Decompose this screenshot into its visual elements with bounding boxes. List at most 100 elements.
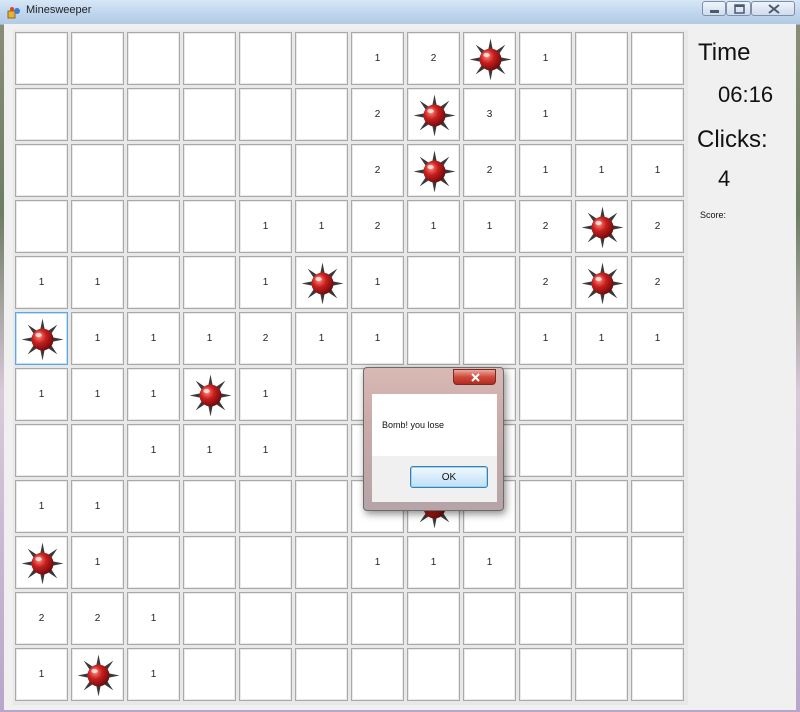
cell-r9-c4[interactable] [239, 536, 292, 589]
cell-r10-c0[interactable]: 2 [15, 592, 68, 645]
cell-r8-c11[interactable] [631, 480, 684, 533]
cell-r10-c5[interactable] [295, 592, 348, 645]
cell-r8-c3[interactable] [183, 480, 236, 533]
cell-r0-c3[interactable] [183, 32, 236, 85]
cell-r11-c6[interactable] [351, 648, 404, 701]
ok-button[interactable]: OK [410, 466, 488, 488]
cell-r4-c8[interactable] [463, 256, 516, 309]
cell-r4-c5[interactable] [295, 256, 348, 309]
cell-r8-c1[interactable]: 1 [71, 480, 124, 533]
cell-r2-c11[interactable]: 1 [631, 144, 684, 197]
cell-r4-c10[interactable] [575, 256, 628, 309]
cell-r7-c1[interactable] [71, 424, 124, 477]
cell-r10-c3[interactable] [183, 592, 236, 645]
cell-r5-c5[interactable]: 1 [295, 312, 348, 365]
cell-r11-c3[interactable] [183, 648, 236, 701]
cell-r7-c0[interactable] [15, 424, 68, 477]
cell-r3-c11[interactable]: 2 [631, 200, 684, 253]
cell-r5-c7[interactable] [407, 312, 460, 365]
cell-r11-c10[interactable] [575, 648, 628, 701]
cell-r2-c10[interactable]: 1 [575, 144, 628, 197]
cell-r9-c0[interactable] [15, 536, 68, 589]
cell-r11-c5[interactable] [295, 648, 348, 701]
cell-r2-c9[interactable]: 1 [519, 144, 572, 197]
cell-r0-c5[interactable] [295, 32, 348, 85]
cell-r9-c3[interactable] [183, 536, 236, 589]
cell-r3-c7[interactable]: 1 [407, 200, 460, 253]
cell-r10-c4[interactable] [239, 592, 292, 645]
cell-r2-c2[interactable] [127, 144, 180, 197]
cell-r2-c5[interactable] [295, 144, 348, 197]
cell-r5-c1[interactable]: 1 [71, 312, 124, 365]
cell-r11-c8[interactable] [463, 648, 516, 701]
cell-r7-c2[interactable]: 1 [127, 424, 180, 477]
cell-r2-c8[interactable]: 2 [463, 144, 516, 197]
cell-r11-c4[interactable] [239, 648, 292, 701]
cell-r1-c6[interactable]: 2 [351, 88, 404, 141]
cell-r0-c11[interactable] [631, 32, 684, 85]
cell-r11-c1[interactable] [71, 648, 124, 701]
cell-r3-c6[interactable]: 2 [351, 200, 404, 253]
cell-r6-c1[interactable]: 1 [71, 368, 124, 421]
cell-r5-c10[interactable]: 1 [575, 312, 628, 365]
cell-r6-c10[interactable] [575, 368, 628, 421]
cell-r9-c2[interactable] [127, 536, 180, 589]
cell-r1-c4[interactable] [239, 88, 292, 141]
cell-r3-c9[interactable]: 2 [519, 200, 572, 253]
cell-r8-c9[interactable] [519, 480, 572, 533]
cell-r0-c4[interactable] [239, 32, 292, 85]
cell-r7-c9[interactable] [519, 424, 572, 477]
cell-r3-c4[interactable]: 1 [239, 200, 292, 253]
cell-r6-c9[interactable] [519, 368, 572, 421]
cell-r11-c2[interactable]: 1 [127, 648, 180, 701]
cell-r10-c11[interactable] [631, 592, 684, 645]
cell-r1-c8[interactable]: 3 [463, 88, 516, 141]
cell-r5-c9[interactable]: 1 [519, 312, 572, 365]
cell-r3-c8[interactable]: 1 [463, 200, 516, 253]
cell-r9-c8[interactable]: 1 [463, 536, 516, 589]
cell-r7-c10[interactable] [575, 424, 628, 477]
cell-r11-c9[interactable] [519, 648, 572, 701]
cell-r1-c7[interactable] [407, 88, 460, 141]
cell-r11-c11[interactable] [631, 648, 684, 701]
cell-r5-c0[interactable] [15, 312, 68, 365]
cell-r0-c2[interactable] [127, 32, 180, 85]
cell-r4-c6[interactable]: 1 [351, 256, 404, 309]
title-bar[interactable]: Minesweeper [0, 0, 800, 25]
cell-r3-c0[interactable] [15, 200, 68, 253]
cell-r4-c3[interactable] [183, 256, 236, 309]
cell-r4-c2[interactable] [127, 256, 180, 309]
cell-r5-c6[interactable]: 1 [351, 312, 404, 365]
cell-r5-c2[interactable]: 1 [127, 312, 180, 365]
cell-r10-c2[interactable]: 1 [127, 592, 180, 645]
cell-r10-c8[interactable] [463, 592, 516, 645]
minimize-button[interactable] [702, 1, 726, 16]
cell-r5-c4[interactable]: 2 [239, 312, 292, 365]
cell-r5-c3[interactable]: 1 [183, 312, 236, 365]
cell-r2-c0[interactable] [15, 144, 68, 197]
cell-r2-c6[interactable]: 2 [351, 144, 404, 197]
cell-r10-c10[interactable] [575, 592, 628, 645]
cell-r10-c6[interactable] [351, 592, 404, 645]
cell-r6-c11[interactable] [631, 368, 684, 421]
cell-r4-c9[interactable]: 2 [519, 256, 572, 309]
cell-r7-c11[interactable] [631, 424, 684, 477]
cell-r0-c9[interactable]: 1 [519, 32, 572, 85]
cell-r1-c10[interactable] [575, 88, 628, 141]
cell-r1-c1[interactable] [71, 88, 124, 141]
cell-r0-c8[interactable] [463, 32, 516, 85]
cell-r8-c0[interactable]: 1 [15, 480, 68, 533]
cell-r8-c5[interactable] [295, 480, 348, 533]
cell-r3-c2[interactable] [127, 200, 180, 253]
cell-r10-c9[interactable] [519, 592, 572, 645]
cell-r1-c3[interactable] [183, 88, 236, 141]
cell-r9-c6[interactable]: 1 [351, 536, 404, 589]
cell-r7-c4[interactable]: 1 [239, 424, 292, 477]
cell-r3-c3[interactable] [183, 200, 236, 253]
cell-r2-c3[interactable] [183, 144, 236, 197]
cell-r10-c1[interactable]: 2 [71, 592, 124, 645]
cell-r11-c7[interactable] [407, 648, 460, 701]
cell-r6-c2[interactable]: 1 [127, 368, 180, 421]
cell-r0-c0[interactable] [15, 32, 68, 85]
cell-r4-c4[interactable]: 1 [239, 256, 292, 309]
